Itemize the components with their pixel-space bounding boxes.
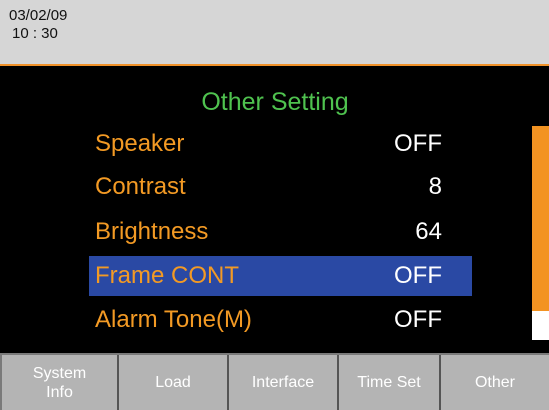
status-header: 03/02/09 10 : 30 (0, 0, 549, 66)
softkey-system-info[interactable]: System Info (2, 355, 117, 410)
menu-item-label: Alarm Tone(M) (95, 306, 252, 333)
softkey-label: Info (46, 383, 73, 401)
softkey-load[interactable]: Load (117, 355, 227, 410)
time-display: 10 : 30 (12, 25, 58, 42)
page-title: Other Setting (201, 88, 349, 116)
menu-item-value: 64 (415, 218, 442, 245)
softkey-label: Load (155, 374, 191, 391)
menu-item-label: Frame CONT (95, 262, 239, 289)
softkey-label: Time Set (357, 374, 421, 391)
menu-item-value: OFF (394, 262, 442, 289)
menu-item-label: Speaker (95, 130, 185, 157)
softkey-time-set[interactable]: Time Set (337, 355, 439, 410)
softkey-interface[interactable]: Interface (227, 355, 337, 410)
menu-item-label: Contrast (95, 173, 186, 200)
menu-item-label: Brightness (95, 218, 209, 245)
menu-item-speaker[interactable]: Speaker OFF (89, 124, 472, 164)
softkey-label: System (32, 364, 87, 382)
menu-item-alarm-tone[interactable]: Alarm Tone(M) OFF (89, 300, 472, 340)
menu-item-contrast[interactable]: Contrast 8 (89, 167, 472, 207)
scrollbar[interactable] (532, 126, 549, 340)
menu-item-frame-cont[interactable]: Frame CONT OFF (89, 256, 472, 296)
softkey-bar: System Info Load Interface Time Set Othe… (0, 353, 549, 410)
softkey-other[interactable]: Other (439, 355, 549, 410)
softkey-label: Other (474, 374, 515, 391)
date-display: 03/02/09 (9, 7, 68, 24)
scrollbar-thumb[interactable] (532, 126, 549, 311)
menu-item-brightness[interactable]: Brightness 64 (89, 212, 472, 252)
softkey-label: Interface (251, 374, 315, 391)
menu-item-value: 8 (428, 173, 442, 200)
menu-item-value: OFF (394, 306, 442, 333)
menu-item-value: OFF (394, 130, 442, 157)
